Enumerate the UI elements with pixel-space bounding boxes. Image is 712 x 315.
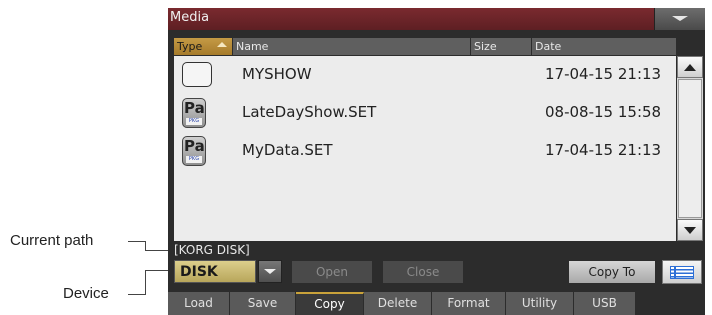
tab-delete[interactable]: Delete (364, 292, 432, 315)
folder-icon (182, 62, 212, 87)
file-row-myshow[interactable]: MYSHOW 17-04-15 21:13 (174, 56, 676, 94)
current-path-annotation: Current path (10, 232, 94, 249)
chevron-down-icon (672, 16, 688, 21)
device-annotation: Device (63, 285, 109, 302)
file-row-latedayshow[interactable]: Pa PKG LateDayShow.SET 08-08-15 15:58 (174, 94, 676, 132)
column-header-name-label: Name (236, 40, 269, 53)
pa-package-icon: Pa PKG (182, 98, 206, 128)
device-dropdown-button[interactable] (258, 260, 282, 283)
scroll-thumb[interactable] (678, 79, 702, 218)
list-view-button[interactable] (662, 260, 702, 284)
column-header-type-label: Type (177, 40, 203, 53)
pa-icon-text: Pa (184, 137, 205, 155)
current-path: [KORG DISK] (174, 243, 250, 257)
column-header-size-label: Size (474, 40, 497, 53)
scroll-down-button[interactable] (677, 219, 703, 241)
pa-package-icon: Pa PKG (182, 136, 206, 166)
arrow-down-icon (684, 227, 696, 234)
scroll-up-button[interactable] (677, 56, 703, 78)
file-name: MYSHOW (242, 65, 312, 83)
tab-copy[interactable]: Copy (296, 292, 364, 315)
column-header-size[interactable]: Size (471, 38, 531, 55)
file-date: 08-08-15 15:58 (545, 103, 662, 121)
window-title: Media (170, 10, 210, 25)
pkg-icon-text: PKG (186, 156, 202, 163)
arrow-up-icon (684, 64, 696, 71)
close-button[interactable]: Close (383, 261, 463, 283)
chevron-down-icon (264, 269, 276, 274)
open-button[interactable]: Open (292, 261, 372, 283)
page-menu-button[interactable] (654, 8, 705, 30)
pa-icon-text: Pa (184, 99, 205, 117)
column-header-name[interactable]: Name (233, 38, 470, 55)
copy-to-button[interactable]: Copy To (569, 261, 655, 283)
title-bar: Media (168, 8, 705, 30)
device-value: DISK (180, 264, 218, 280)
column-header-date-label: Date (535, 40, 562, 53)
media-screen: Media Type Name Size Date MYSHOW 17-04-1… (168, 8, 705, 315)
sort-ascending-icon (217, 42, 227, 47)
device-selector[interactable]: DISK (174, 260, 256, 283)
tab-usb[interactable]: USB (574, 292, 636, 315)
file-list: MYSHOW 17-04-15 21:13 Pa PKG LateDayShow… (174, 56, 676, 241)
column-header-date[interactable]: Date (532, 38, 676, 55)
file-date: 17-04-15 21:13 (545, 141, 662, 159)
tab-utility[interactable]: Utility (506, 292, 574, 315)
file-row-mydata[interactable]: Pa PKG MyData.SET 17-04-15 21:13 (174, 132, 676, 170)
bottom-tab-bar: Load Save Copy Delete Format Utility USB (168, 292, 705, 315)
tab-format[interactable]: Format (432, 292, 506, 315)
tab-save[interactable]: Save (230, 292, 296, 315)
file-date: 17-04-15 21:13 (545, 65, 662, 83)
device-leader (128, 294, 146, 295)
list-view-icon-divider (674, 266, 676, 279)
file-name: LateDayShow.SET (242, 103, 377, 121)
device-leader-v (145, 270, 146, 295)
file-name: MyData.SET (242, 141, 333, 159)
tab-load[interactable]: Load (168, 292, 230, 315)
column-header-type[interactable]: Type (174, 38, 232, 55)
pkg-icon-text: PKG (186, 118, 202, 125)
vertical-scrollbar[interactable] (677, 56, 703, 241)
current-path-leader (128, 241, 146, 242)
